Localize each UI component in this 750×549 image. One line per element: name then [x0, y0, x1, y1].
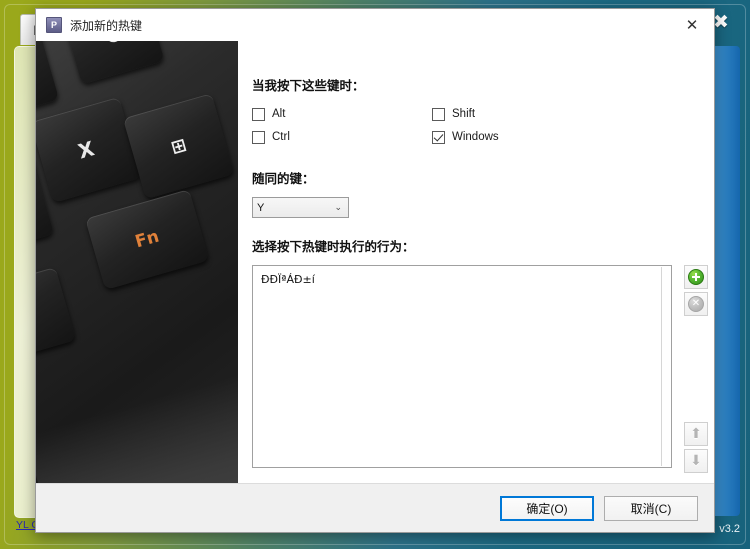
- checkbox-windows-label: Windows: [452, 131, 499, 143]
- list-item[interactable]: ÐÐÏªÁÐ±í: [259, 272, 665, 287]
- close-x-icon[interactable]: ✕: [670, 9, 714, 40]
- dialog-title: 添加新的热键: [70, 18, 143, 33]
- app-hotkey-icon: P: [46, 17, 62, 33]
- key-label: 随同的键：: [252, 172, 315, 186]
- checkbox-ctrl-label: Ctrl: [272, 131, 290, 143]
- version-label: v3.2: [719, 523, 740, 535]
- delete-action-button[interactable]: ✕: [684, 292, 708, 316]
- ok-button[interactable]: 确定(O): [500, 495, 594, 521]
- key-select-value: Y: [257, 201, 265, 214]
- arrow-up-icon: ⬆: [690, 426, 702, 442]
- actions-listbox[interactable]: ÐÐÏªÁÐ±í: [252, 265, 672, 468]
- checkbox-windows-box[interactable]: [432, 130, 445, 144]
- actions-side-buttons: ✕: [684, 265, 708, 319]
- keyboard-photo: D C X Z ⊞ Fn: [36, 41, 238, 483]
- move-up-button[interactable]: ⬆: [684, 422, 708, 446]
- dialog-content: 当我按下这些键时： Alt Ctrl Shift Windows 随同的键： Y…: [238, 41, 714, 483]
- checkbox-shift-label: Shift: [452, 108, 476, 120]
- checkbox-ctrl[interactable]: Ctrl: [252, 127, 432, 147]
- checkbox-shift[interactable]: Shift: [432, 104, 612, 124]
- actions-label: 选择按下热键时执行的行为：: [252, 240, 415, 254]
- listbox-divider: [661, 267, 662, 466]
- screen: P ✖ C YL Computing, Inc v3.2 P 添加新的热键 ✕ …: [0, 0, 750, 549]
- chevron-down-icon: ⌄: [334, 202, 342, 213]
- keyboard-photo-inner: D C X Z ⊞ Fn: [36, 41, 238, 483]
- cancel-button[interactable]: 取消(C): [604, 495, 698, 521]
- modifiers-col-left: Alt Ctrl: [252, 104, 432, 150]
- dialog-titlebar: P 添加新的热键 ✕: [36, 9, 714, 41]
- add-circle-icon: [688, 269, 704, 285]
- checkbox-alt-box[interactable]: [252, 107, 265, 121]
- add-hotkey-dialog: P 添加新的热键 ✕ D C X Z ⊞ Fn: [35, 8, 715, 533]
- checkbox-alt-label: Alt: [272, 108, 286, 120]
- modifiers-group: Alt Ctrl Shift Windows: [252, 104, 700, 150]
- key-select[interactable]: Y ⌄: [252, 197, 349, 218]
- arrow-down-icon: ⬇: [690, 453, 702, 469]
- dialog-footer: 确定(O) 取消(C): [36, 483, 714, 532]
- add-action-button[interactable]: [684, 265, 708, 289]
- checkbox-alt[interactable]: Alt: [252, 104, 432, 124]
- actions-zone: ÐÐÏªÁÐ±í ✕ ⬆ ⬇: [252, 265, 708, 473]
- actions-move-buttons: ⬆ ⬇: [684, 422, 708, 476]
- modifiers-col-right: Shift Windows: [432, 104, 612, 150]
- checkbox-ctrl-box[interactable]: [252, 130, 265, 144]
- move-down-button[interactable]: ⬇: [684, 449, 708, 473]
- checkbox-windows[interactable]: Windows: [432, 127, 612, 147]
- dialog-body: D C X Z ⊞ Fn 当我按下这些键时： Al: [36, 41, 714, 483]
- delete-circle-icon: ✕: [688, 296, 704, 312]
- modifiers-label: 当我按下这些键时：: [252, 79, 365, 93]
- checkbox-shift-box[interactable]: [432, 107, 445, 121]
